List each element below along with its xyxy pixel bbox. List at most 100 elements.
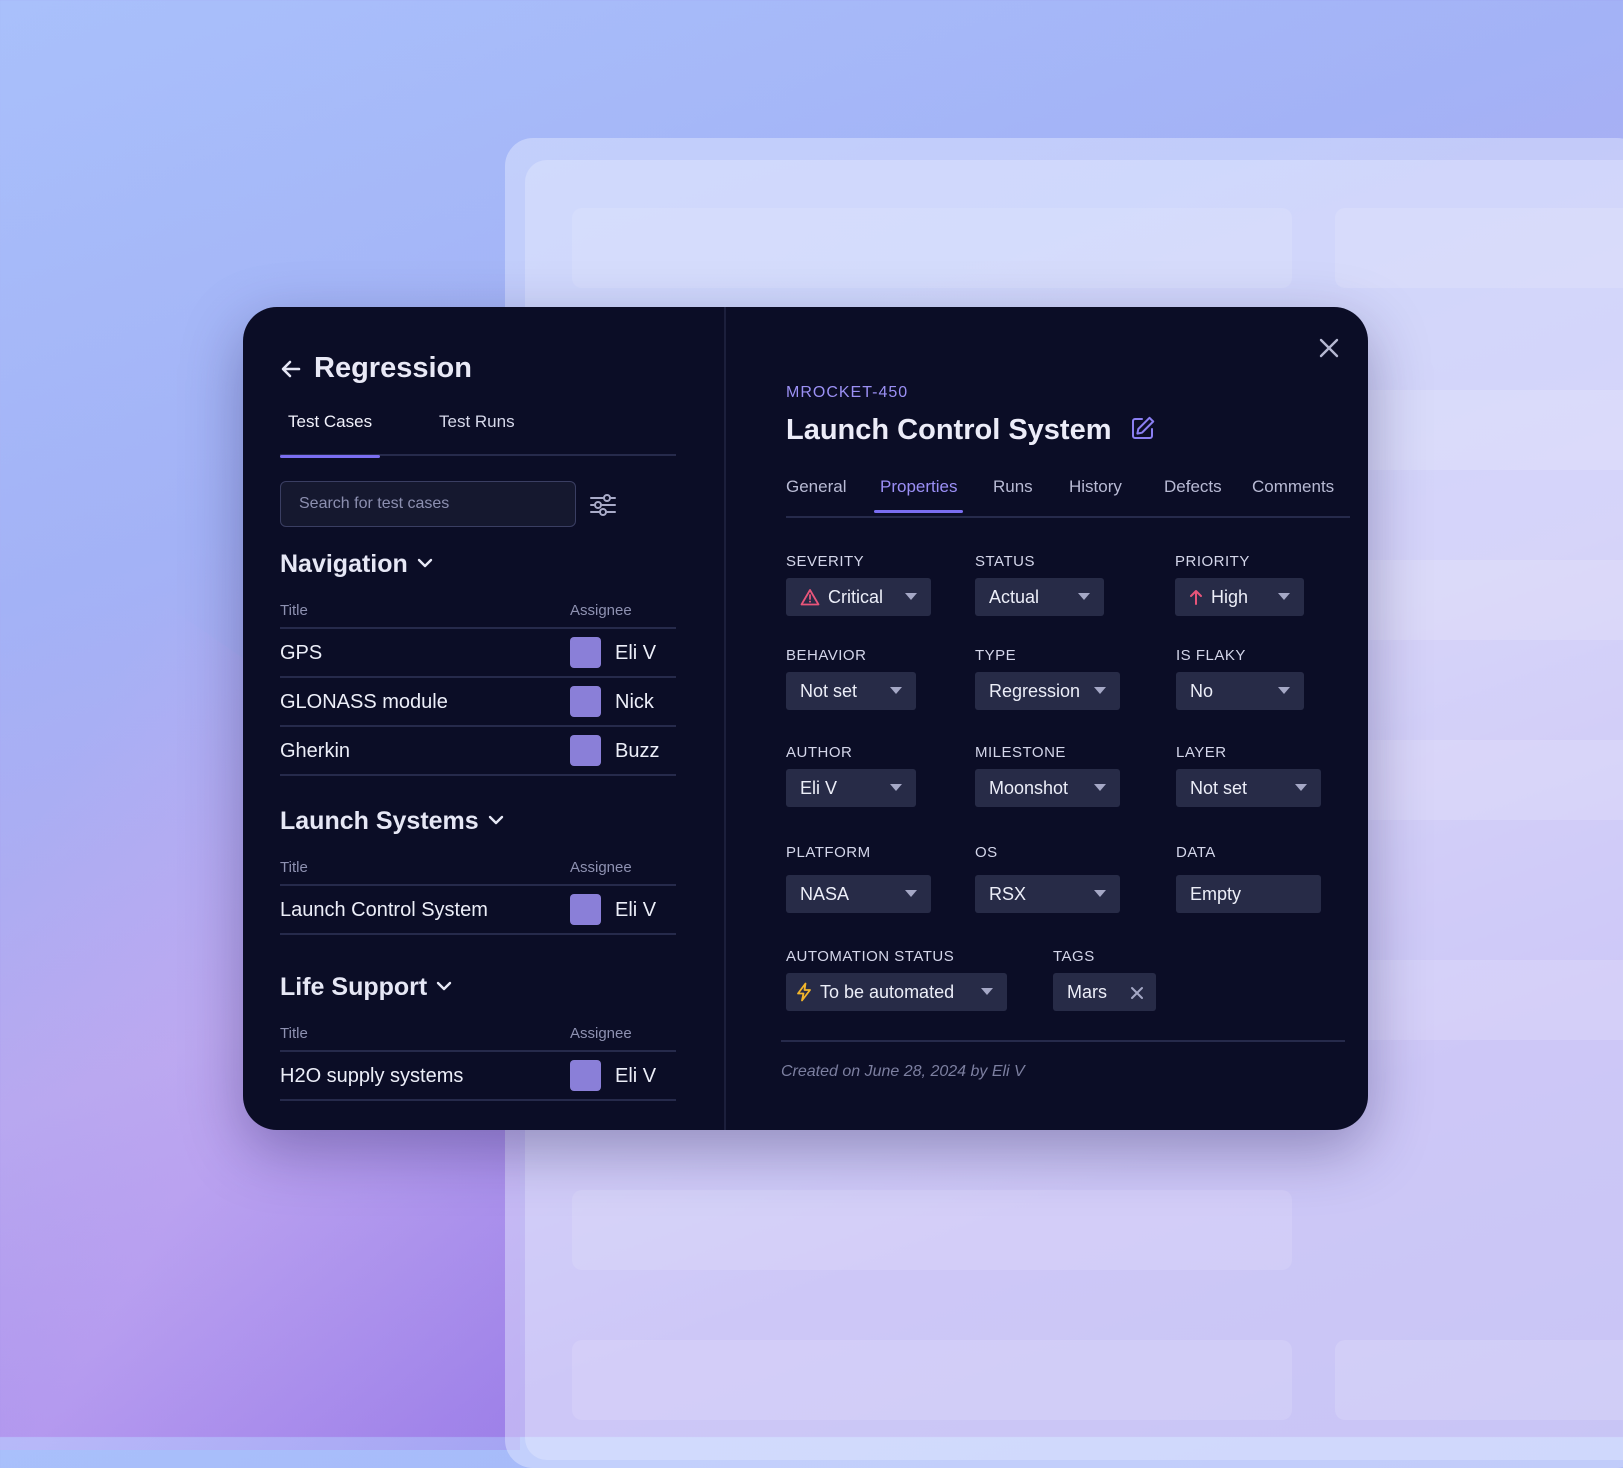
assignee-name: Nick — [615, 691, 654, 713]
group-header[interactable]: Navigation — [280, 550, 676, 579]
chevron-down-icon — [890, 687, 902, 694]
tab-general[interactable]: General — [786, 477, 846, 497]
case-id: MROCKET-450 — [786, 384, 909, 401]
severity-value: Critical — [828, 586, 884, 607]
os-field: OS RSX — [975, 844, 1120, 913]
table-header: Title Assignee — [280, 597, 676, 629]
tab-test-cases[interactable]: Test Cases — [279, 412, 381, 458]
case-title: Launch Control System — [280, 899, 488, 921]
tab-properties[interactable]: Properties — [873, 477, 965, 513]
chevron-down-icon — [890, 784, 902, 791]
status-value: Actual — [989, 586, 1040, 607]
background-row — [1335, 390, 1623, 470]
severity-field: SEVERITY Critical — [786, 553, 931, 616]
background-row — [572, 1340, 1292, 1420]
column-assignee: Assignee — [570, 602, 632, 619]
column-assignee: Assignee — [570, 859, 632, 876]
status-select[interactable]: Actual — [975, 578, 1104, 616]
background-row — [572, 1190, 1292, 1270]
warning-triangle-icon — [800, 588, 820, 606]
platform-select[interactable]: NASA — [786, 875, 931, 913]
is-flaky-select[interactable]: No — [1176, 672, 1304, 710]
layer-field: LAYER Not set — [1176, 744, 1321, 807]
chevron-down-icon — [416, 550, 434, 579]
os-select[interactable]: RSX — [975, 875, 1120, 913]
table-header: Title Assignee — [280, 1020, 676, 1052]
background-row — [1335, 740, 1623, 820]
milestone-value: Moonshot — [989, 777, 1069, 798]
field-label: TAGS — [1053, 948, 1095, 965]
avatar — [570, 686, 601, 717]
table-row[interactable]: H2O supply systems Eli V — [280, 1052, 676, 1101]
behavior-select[interactable]: Not set — [786, 672, 916, 710]
field-label: LAYER — [1176, 744, 1227, 761]
test-case-details: MROCKET-450 Launch Control System Genera… — [726, 307, 1368, 1130]
tags-field: TAGS Mars — [1053, 948, 1156, 1011]
case-heading: Launch Control System — [786, 414, 1156, 447]
field-label: PLATFORM — [786, 844, 871, 861]
chevron-down-icon — [1094, 784, 1106, 791]
search-input[interactable] — [297, 494, 559, 514]
avatar — [570, 1060, 601, 1091]
column-title: Title — [280, 859, 308, 876]
case-title: GPS — [280, 642, 323, 664]
data-input[interactable]: Empty — [1176, 875, 1321, 913]
avatar — [570, 894, 601, 925]
field-label: MILESTONE — [975, 744, 1066, 761]
priority-select[interactable]: High — [1175, 578, 1304, 616]
table-row[interactable]: Launch Control System Eli V — [280, 886, 676, 935]
is-flaky-field: IS FLAKY No — [1176, 647, 1304, 710]
background-row — [1335, 560, 1623, 640]
remove-tag-icon[interactable] — [1130, 984, 1144, 1005]
tab-comments[interactable]: Comments — [1252, 477, 1334, 497]
tab-history[interactable]: History — [1069, 477, 1122, 497]
edit-icon[interactable] — [1130, 415, 1156, 446]
field-label: AUTOMATION STATUS — [786, 948, 955, 965]
chevron-down-icon — [487, 807, 505, 836]
chevron-down-icon — [1094, 890, 1106, 897]
assignee-name: Buzz — [615, 740, 660, 762]
tab-runs[interactable]: Runs — [993, 477, 1033, 497]
back-arrow-icon[interactable] — [280, 358, 302, 380]
column-title: Title — [280, 1025, 308, 1042]
group-header[interactable]: Launch Systems — [280, 807, 676, 836]
column-title: Title — [280, 602, 308, 619]
behavior-value: Not set — [800, 680, 858, 701]
group-launch-systems: Launch Systems Title Assignee Launch Con… — [280, 807, 676, 935]
tab-defects[interactable]: Defects — [1164, 477, 1222, 497]
milestone-select[interactable]: Moonshot — [975, 769, 1120, 807]
detail-tabs: General Properties Runs History Defects … — [786, 474, 1350, 518]
assignee-name: Eli V — [615, 899, 657, 921]
tab-test-runs[interactable]: Test Runs — [439, 412, 515, 444]
field-label: TYPE — [975, 647, 1017, 664]
group-title: Launch Systems — [280, 807, 479, 835]
severity-select[interactable]: Critical — [786, 578, 931, 616]
close-icon[interactable] — [1314, 333, 1344, 363]
group-header[interactable]: Life Support — [280, 973, 676, 1002]
automation-status-select[interactable]: To be automated — [786, 973, 1007, 1011]
table-row[interactable]: GLONASS module Nick — [280, 678, 676, 727]
type-value: Regression — [989, 680, 1081, 701]
author-select[interactable]: Eli V — [786, 769, 916, 807]
background-row — [1335, 1340, 1623, 1420]
platform-field: PLATFORM NASA — [786, 844, 931, 913]
field-label: BEHAVIOR — [786, 647, 867, 664]
type-field: TYPE Regression — [975, 647, 1120, 710]
behavior-field: BEHAVIOR Not set — [786, 647, 916, 710]
field-label: OS — [975, 844, 998, 861]
background-row — [572, 208, 1292, 288]
is-flaky-value: No — [1190, 680, 1214, 701]
column-assignee: Assignee — [570, 1025, 632, 1042]
created-note: Created on June 28, 2024 by Eli V — [781, 1063, 1025, 1080]
table-row[interactable]: GPS Eli V — [280, 629, 676, 678]
group-title: Life Support — [280, 973, 428, 1001]
table-row[interactable]: Gherkin Buzz — [280, 727, 676, 776]
layer-select[interactable]: Not set — [1176, 769, 1321, 807]
type-select[interactable]: Regression — [975, 672, 1120, 710]
field-label: SEVERITY — [786, 553, 865, 570]
filter-icon[interactable] — [589, 491, 617, 519]
platform-value: NASA — [800, 883, 850, 904]
chevron-down-icon — [1295, 784, 1307, 791]
suite-title: Regression — [314, 352, 472, 384]
milestone-field: MILESTONE Moonshot — [975, 744, 1120, 807]
